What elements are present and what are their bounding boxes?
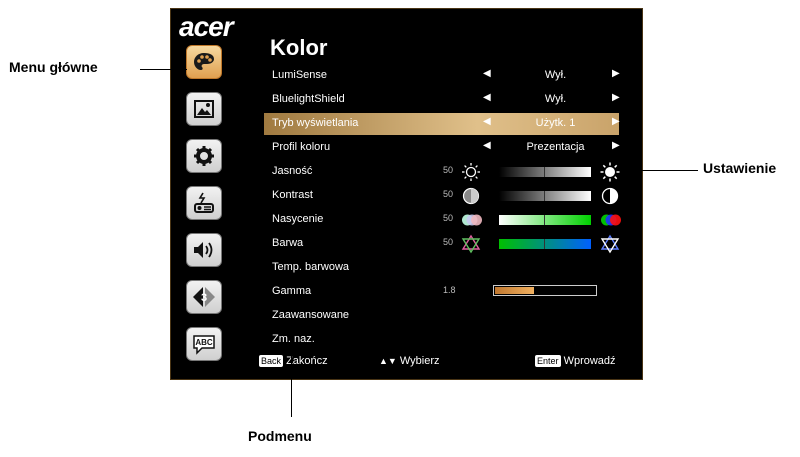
image-icon [194,100,214,118]
menu-row-advanced[interactable]: Zaawansowane [264,305,619,327]
arrow-left-icon[interactable]: ◀ [483,116,491,127]
arrow-left-icon[interactable]: ◀ [483,68,491,79]
footer-hints: Back Zakończ ▲▼ Wybierz Enter Wprowadź [259,355,639,373]
callout-line-setting [618,170,698,171]
menu-row-brightness[interactable]: Jasność 50 [264,161,620,183]
sidebar-color-tab[interactable] [186,45,222,79]
gamma-slider[interactable] [493,285,597,296]
arrow-left-icon[interactable]: ◀ [483,92,491,103]
acer-logo: acer [179,11,234,42]
speaker-icon [194,242,213,258]
callout-main-menu: Menu główne [9,59,98,75]
arrow-right-icon[interactable]: ▶ [612,140,620,151]
sidebar-3d-tab[interactable]: 3 [186,280,222,314]
enter-label: Wprowadź [563,355,616,367]
callout-line-main-menu [140,69,187,70]
menu-row-bluelightshield[interactable]: BluelightShield ◀ Wył. ▶ [264,89,620,111]
sidebar-audio-tab[interactable] [186,233,222,267]
row-number: 50 [443,237,454,247]
abc-icon-text: ABC [195,338,213,347]
enter-key[interactable]: Enter [535,355,561,368]
up-down-arrows-icon: ▲▼ [379,356,397,366]
contrast-high-icon [601,187,619,205]
sun-outline-icon [462,163,480,181]
select-label: Wybierz [399,355,440,367]
row-number: 50 [443,189,454,199]
row-number: 50 [443,165,454,175]
saturation-low-icon [462,214,482,226]
sidebar-management-tab[interactable] [186,186,222,220]
callout-setting: Ustawienie [703,160,777,176]
row-value: Wył. [544,93,567,105]
row-value: Prezentacja [526,141,585,153]
arrow-right-icon[interactable]: ▶ [612,92,620,103]
gear-icon [194,146,214,166]
menu-row-color-temp[interactable]: Temp. barwowa [264,257,619,279]
row-label: Profil koloru [272,141,331,153]
row-label: Nasycenie [272,213,324,225]
tint-star-icon [600,234,620,254]
row-number: 1.8 [443,285,456,295]
sidebar-language-tab[interactable]: ABC [186,327,222,361]
saturation-high-icon [601,214,621,226]
tint-slider[interactable] [499,239,591,249]
row-label: Tryb wyświetlania [272,117,359,129]
back-key[interactable]: Back [259,355,284,368]
sun-filled-icon [600,162,620,182]
menu-row-gamma[interactable]: Gamma 1.8 [264,281,619,303]
row-label: Temp. barwowa [272,261,350,273]
menu-row-rename[interactable]: Zm. naz. [264,329,619,351]
contrast-slider[interactable] [499,191,591,201]
row-label: Gamma [272,285,312,297]
menu-row-tint[interactable]: Barwa 50 [264,233,620,255]
palette-icon [194,53,214,70]
brightness-slider[interactable] [499,167,591,177]
row-label: Barwa [272,237,304,249]
callout-line-submenu [291,341,292,417]
arrow-left-icon[interactable]: ◀ [483,140,491,151]
callout-submenu: Podmenu [248,428,312,444]
row-label: LumiSense [272,69,328,81]
3d-icon-text: 3 [201,292,207,304]
abc-icon: ABC [193,335,215,355]
arrow-right-icon[interactable]: ▶ [612,116,620,127]
page-title: Kolor [270,35,328,60]
contrast-low-icon [462,187,480,205]
row-number: 50 [443,213,454,223]
menu-row-contrast[interactable]: Kontrast 50 [264,185,619,207]
row-value: Wył. [544,69,567,81]
sidebar-image-tab[interactable] [186,92,222,126]
row-label: Jasność [272,165,313,177]
row-value: Użytk. 1 [535,117,576,129]
back-label: Zakończ [286,355,328,367]
gamma-fill [495,287,534,294]
source-icon [194,192,214,213]
menu-row-display-mode[interactable]: Tryb wyświetlania ◀ Użytk. 1 ▶ [264,113,620,135]
row-label: BluelightShield [272,93,345,105]
menu-row-lumisense[interactable]: LumiSense ◀ Wył. ▶ [264,65,620,87]
row-label: Zaawansowane [272,309,350,321]
sidebar-settings-tab[interactable] [186,139,222,173]
menu-row-color-profile[interactable]: Profil koloru ◀ Prezentacja ▶ [264,137,620,159]
menu-row-saturation[interactable]: Nasycenie 50 [264,209,621,231]
saturation-slider[interactable] [499,215,591,225]
arrow-right-icon[interactable]: ▶ [612,68,620,79]
tint-star-icon [461,234,481,254]
3d-icon: 3 [193,287,215,307]
row-label: Kontrast [272,189,313,201]
row-label: Zm. naz. [272,333,315,345]
osd-menu: acer 3 ABC Kolor LumiSense ◀ Wył. ▶ Blue… [170,8,643,380]
